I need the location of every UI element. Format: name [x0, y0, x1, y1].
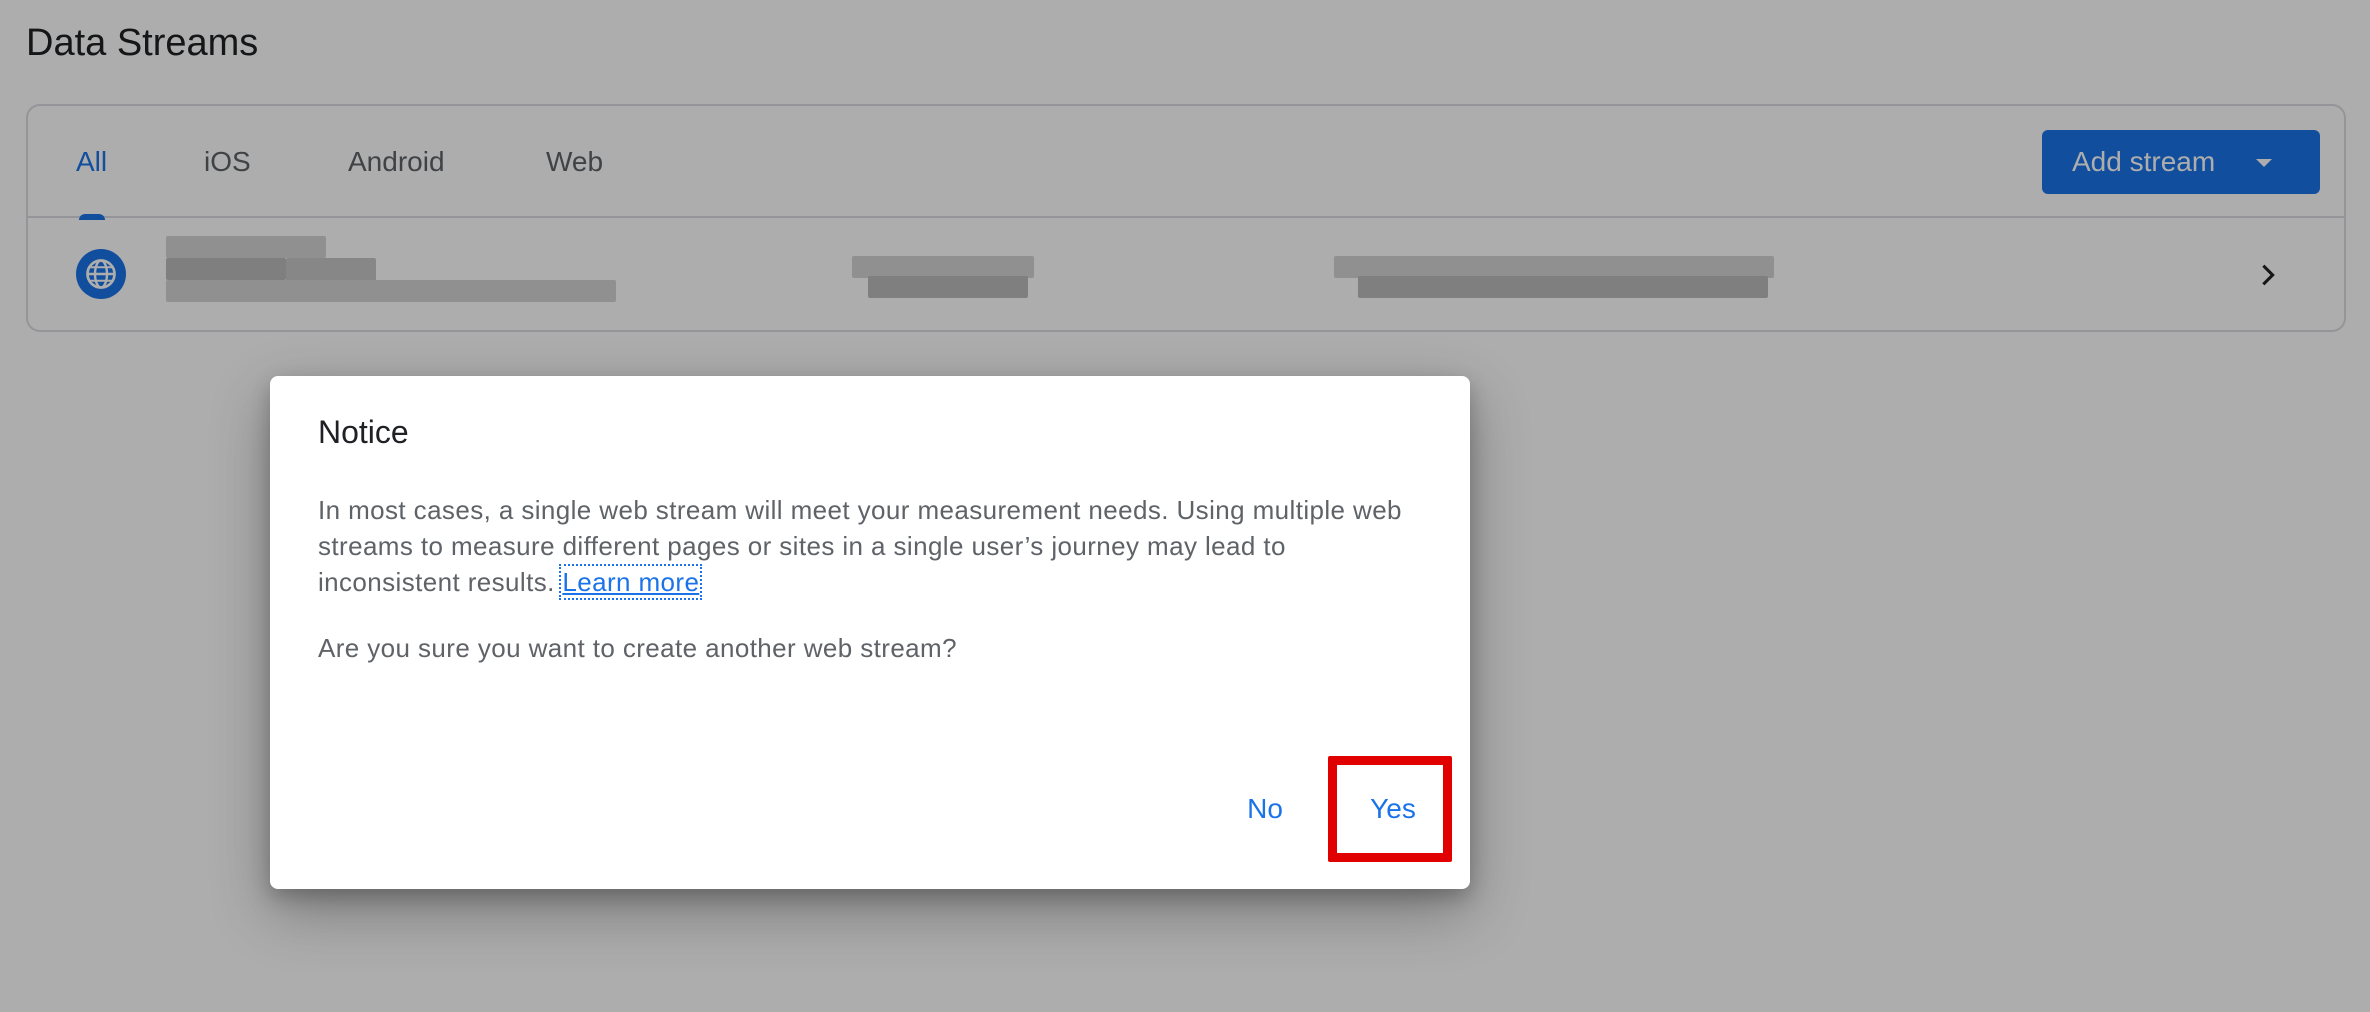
yes-button-label: Yes — [1370, 793, 1416, 824]
dialog-body-text: In most cases, a single web stream will … — [318, 495, 1402, 597]
notice-dialog: Notice In most cases, a single web strea… — [270, 376, 1470, 889]
learn-more-link[interactable]: Learn more — [559, 564, 703, 600]
dialog-question: Are you sure you want to create another … — [318, 633, 957, 663]
dialog-title: Notice — [318, 414, 409, 450]
no-button-label: No — [1247, 793, 1283, 824]
no-button[interactable]: No — [1210, 769, 1320, 849]
dialog-body: In most cases, a single web stream will … — [318, 492, 1428, 600]
yes-button[interactable]: Yes — [1332, 769, 1454, 849]
